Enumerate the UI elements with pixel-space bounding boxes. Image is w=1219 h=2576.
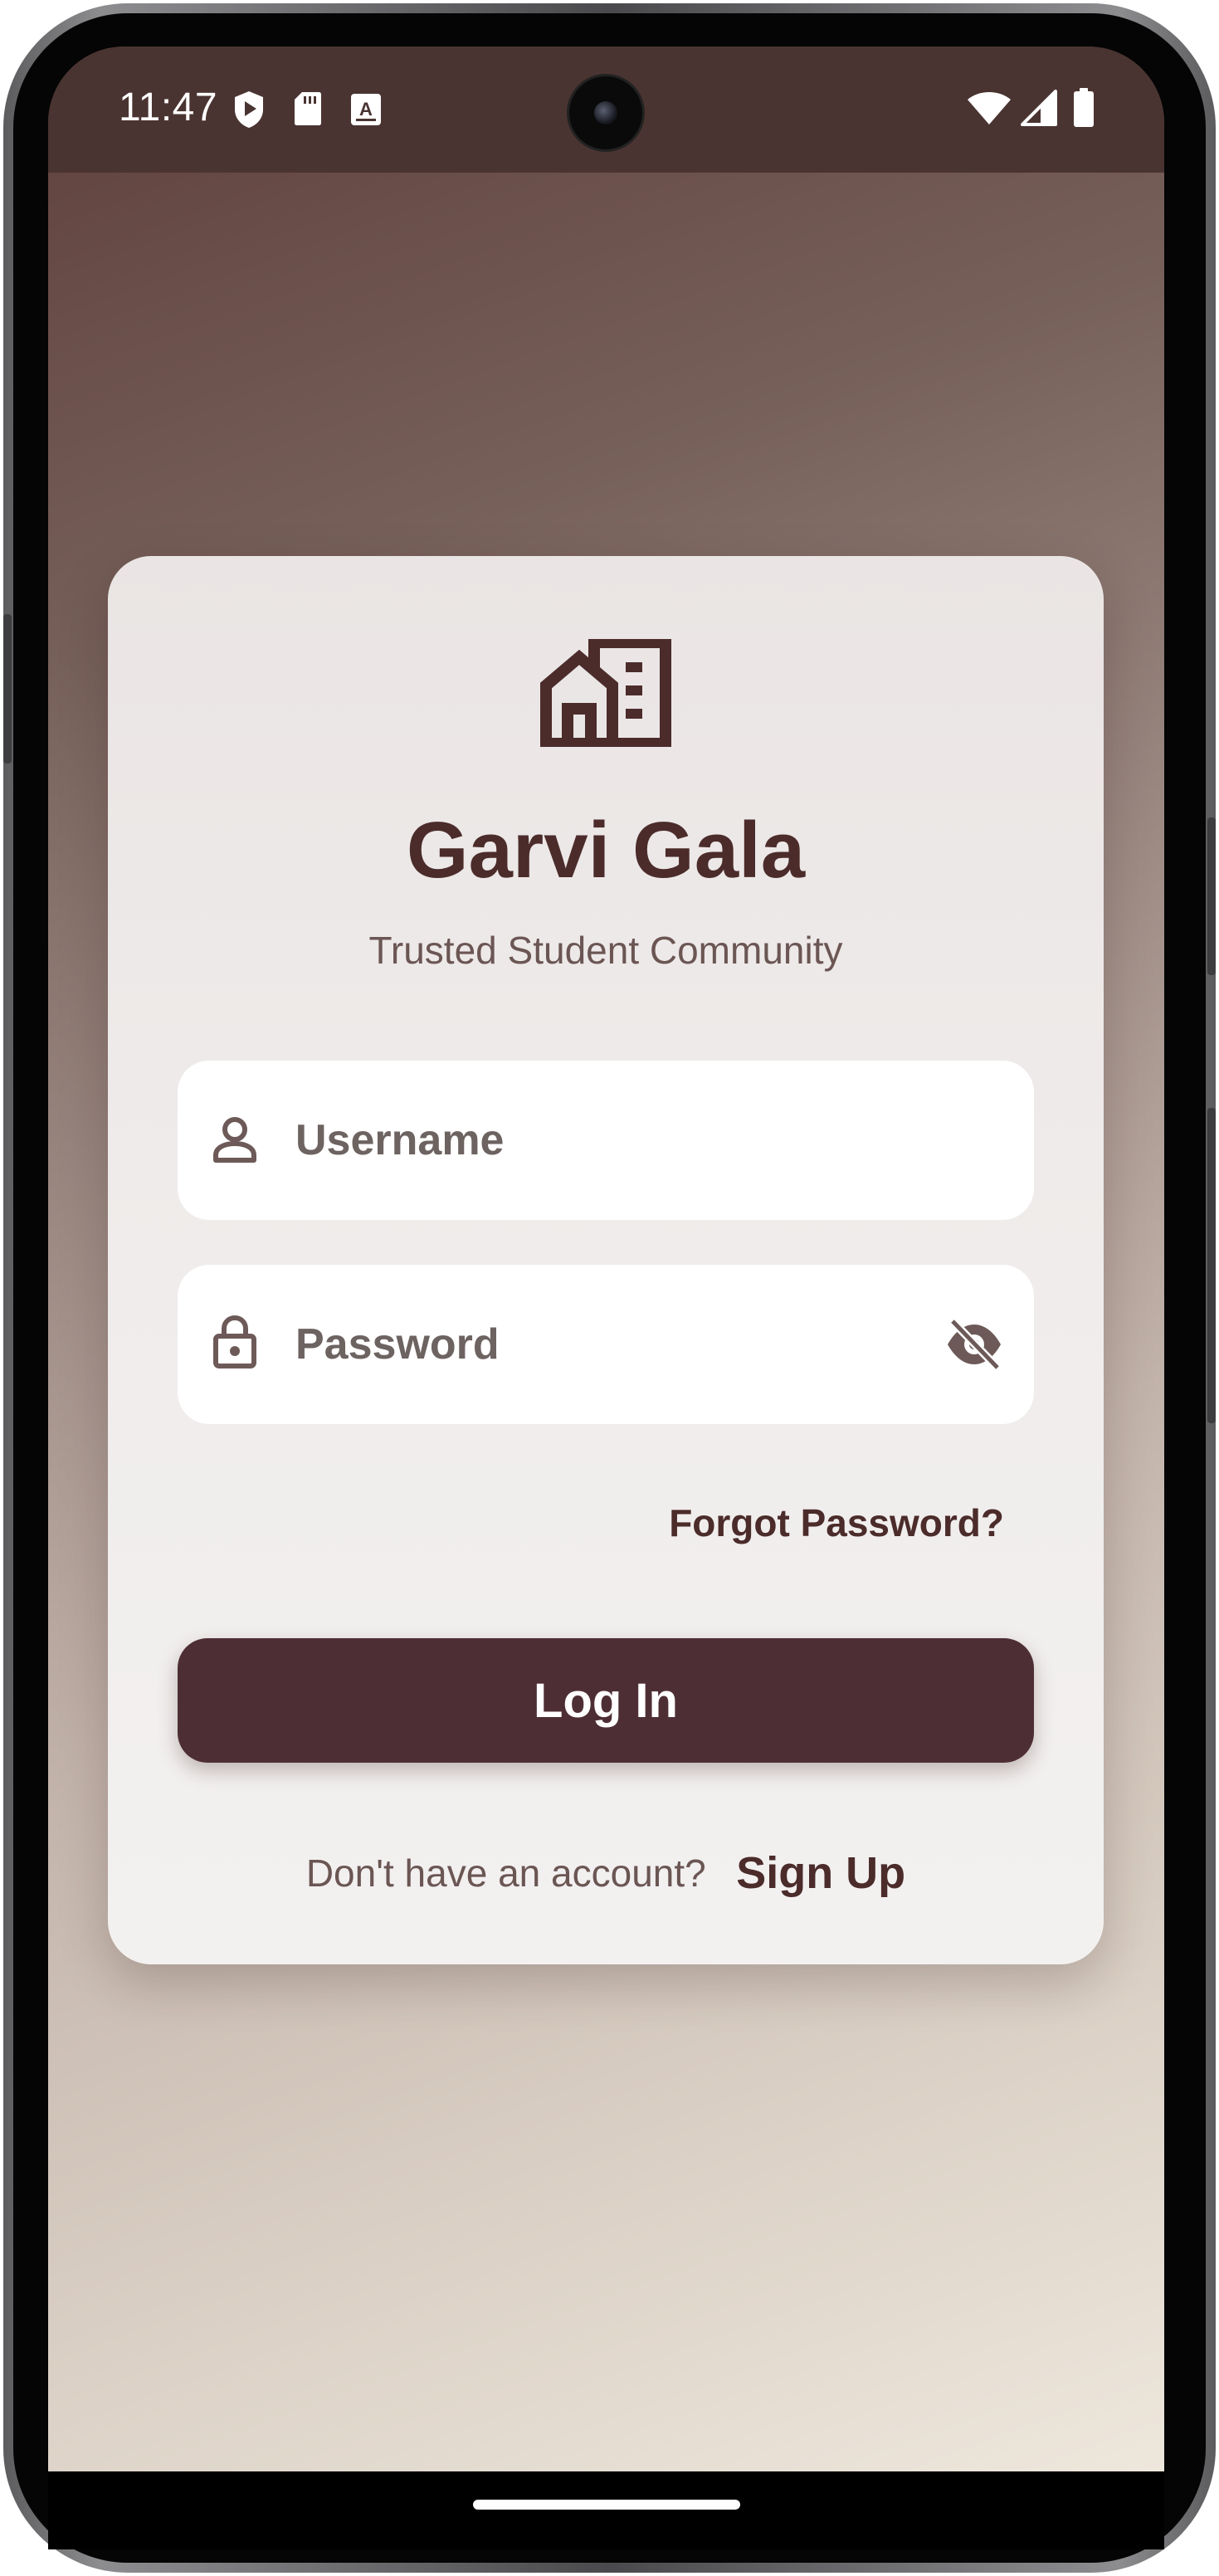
password-field[interactable]: [178, 1265, 1034, 1424]
wifi-icon: [968, 92, 1011, 124]
status-bar: 11:47 A: [48, 46, 1164, 173]
login-button[interactable]: Log In: [178, 1638, 1034, 1763]
svg-text:A: A: [359, 99, 373, 120]
phone-side-button-left: [3, 614, 12, 764]
lock-icon: [213, 1315, 256, 1368]
app-title: Garvi Gala: [406, 806, 806, 895]
signup-link[interactable]: Sign Up: [736, 1848, 905, 1898]
signup-prompt: Don't have an account?: [305, 1852, 706, 1895]
battery-icon: [1074, 88, 1094, 127]
forgot-password-link[interactable]: Forgot Password?: [669, 1500, 1004, 1545]
username-field[interactable]: [178, 1061, 1034, 1220]
screen: 11:47 A Garvi Gala Trusted Student Commu…: [48, 46, 1164, 2471]
app-subtitle: Trusted Student Community: [368, 929, 843, 972]
username-input[interactable]: [295, 1061, 909, 1220]
phone-side-button-volume: [1207, 1108, 1216, 1423]
status-time: 11:47: [119, 85, 218, 129]
password-input[interactable]: [295, 1265, 909, 1424]
front-camera: [569, 76, 642, 149]
signup-row: Don't have an account? Sign Up: [108, 1847, 1104, 1899]
home-indicator[interactable]: [473, 2500, 740, 2510]
navigation-bar: [48, 2471, 1164, 2549]
building-house-icon: [540, 639, 671, 747]
keyboard-a-icon: A: [351, 94, 381, 125]
cell-signal-icon: [1021, 90, 1057, 126]
eye-off-icon[interactable]: [944, 1316, 1004, 1373]
phone-side-button-top: [1207, 817, 1216, 975]
sd-card-icon: [295, 92, 321, 125]
login-card: Garvi Gala Trusted Student Community Use…: [108, 556, 1104, 1964]
shield-play-icon: [235, 91, 263, 128]
person-icon: [213, 1117, 256, 1163]
